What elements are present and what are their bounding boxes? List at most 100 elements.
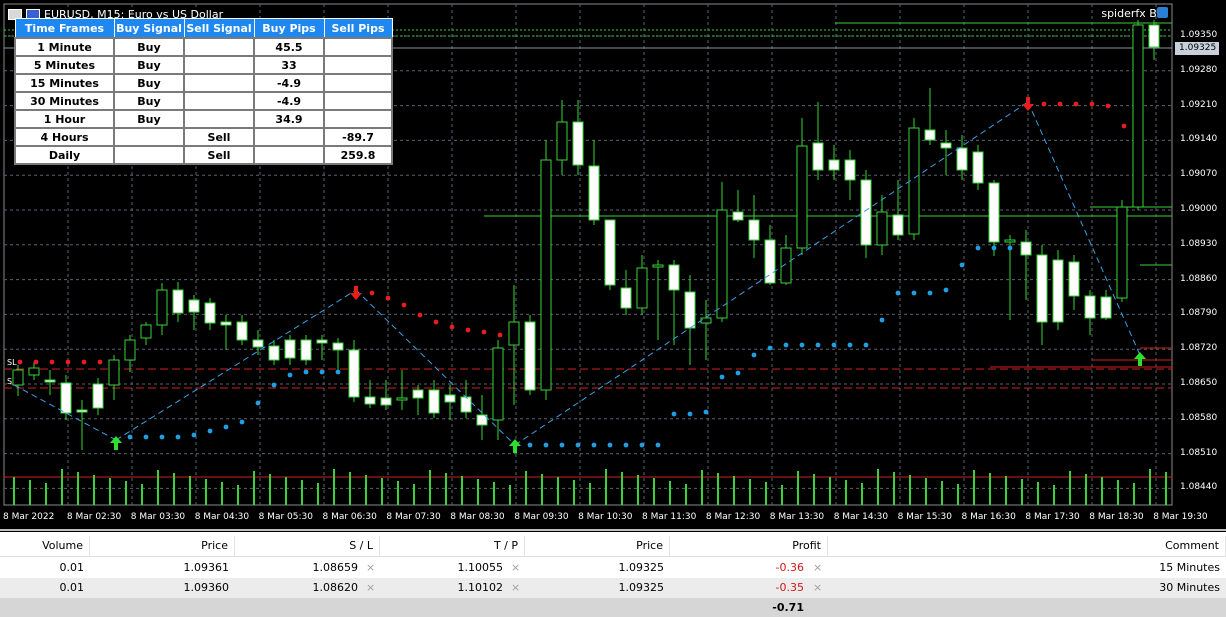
account-name: spiderfx BV bbox=[1101, 7, 1164, 20]
trend-dot bbox=[831, 342, 837, 348]
candle-body bbox=[636, 267, 648, 309]
user-icon[interactable] bbox=[1157, 7, 1168, 18]
candle-body bbox=[844, 159, 856, 181]
trend-dot bbox=[49, 359, 55, 365]
time-tick-label: 8 Mar 18:30 bbox=[1089, 512, 1144, 522]
signal-cell: Sell bbox=[183, 145, 255, 165]
trend-dot bbox=[671, 411, 677, 417]
trend-dot bbox=[17, 359, 23, 365]
signal-cell: Buy bbox=[113, 109, 185, 129]
candle-body bbox=[668, 264, 680, 291]
candle-body bbox=[684, 291, 696, 329]
signal-cell: 4 Hours bbox=[14, 127, 115, 147]
candle-body bbox=[572, 121, 584, 166]
trend-dot bbox=[191, 432, 197, 438]
signal-cell: -89.7 bbox=[323, 127, 393, 147]
signal-row: Daily Sell 259.8 bbox=[14, 145, 393, 165]
candle-body bbox=[828, 159, 840, 171]
trend-dot bbox=[575, 442, 581, 448]
close-icon[interactable]: × bbox=[511, 578, 520, 598]
close-icon[interactable]: × bbox=[813, 558, 822, 578]
time-tick-label: 8 Mar 17:30 bbox=[1025, 512, 1080, 522]
trend-dot bbox=[385, 295, 391, 301]
trend-dot bbox=[1073, 101, 1079, 107]
close-icon[interactable]: × bbox=[511, 558, 520, 578]
trade-row[interactable]: 0.01 1.09360 1.08620 × 1.10102 × 1.09325… bbox=[0, 578, 1226, 599]
signal-cell: 5 Minutes bbox=[14, 55, 115, 75]
candle-body bbox=[140, 324, 152, 339]
signal-cell: Buy bbox=[113, 37, 185, 57]
trend-dot bbox=[81, 359, 87, 365]
trend-dot bbox=[449, 324, 455, 330]
price-tick-label: 1.08720 bbox=[1180, 343, 1218, 354]
col-comment[interactable]: Comment bbox=[828, 536, 1226, 556]
trade-comment: 30 Minutes bbox=[1159, 581, 1220, 594]
time-tick-label: 8 Mar 14:30 bbox=[833, 512, 889, 522]
current-price-label: 1.09325 bbox=[1175, 42, 1219, 55]
time-tick-label: 8 Mar 05:30 bbox=[258, 512, 313, 522]
col-sl[interactable]: S / L bbox=[235, 536, 380, 556]
col-volume[interactable]: Volume bbox=[0, 536, 90, 556]
time-tick-label: 8 Mar 13:30 bbox=[769, 512, 825, 522]
candle-body bbox=[524, 321, 536, 391]
candle-body bbox=[76, 409, 88, 413]
trend-dot bbox=[159, 434, 165, 440]
candle-body bbox=[396, 397, 408, 401]
trend-dot bbox=[559, 442, 565, 448]
sell-arrow-icon bbox=[350, 286, 362, 300]
header-sell-signal: Sell Signal bbox=[183, 18, 255, 39]
candle-body bbox=[12, 369, 24, 386]
trend-dot bbox=[847, 342, 853, 348]
candle-body bbox=[604, 219, 616, 286]
candle-body bbox=[124, 339, 136, 361]
candle-body bbox=[252, 339, 264, 348]
candle-body bbox=[412, 389, 424, 399]
candle-body bbox=[60, 382, 72, 414]
candle-body bbox=[172, 289, 184, 314]
candle-body bbox=[300, 339, 312, 361]
trade-comment: 15 Minutes bbox=[1159, 561, 1220, 574]
time-tick-label: 8 Mar 11:30 bbox=[642, 512, 697, 522]
close-icon[interactable]: × bbox=[813, 578, 822, 598]
candle-body bbox=[1132, 24, 1144, 208]
candle-body bbox=[972, 151, 984, 184]
signal-table-header: Time Frames Buy Signal Sell Signal Buy P… bbox=[14, 18, 393, 39]
trade-open-price: 1.09361 bbox=[183, 561, 230, 574]
candle-body bbox=[348, 349, 360, 398]
total-profit: -0.71 bbox=[772, 601, 804, 614]
close-icon[interactable]: × bbox=[366, 558, 375, 578]
trade-row[interactable]: 0.01 1.09361 1.08659 × 1.10055 × 1.09325… bbox=[0, 558, 1226, 579]
candle-body bbox=[1084, 295, 1096, 319]
trend-dot bbox=[1105, 103, 1111, 109]
price-tick-label: 1.09210 bbox=[1180, 99, 1218, 110]
col-profit[interactable]: Profit bbox=[670, 536, 828, 556]
trend-dot bbox=[1089, 101, 1095, 107]
candle-body bbox=[1052, 259, 1064, 323]
candle-body bbox=[1036, 254, 1048, 323]
close-icon[interactable]: × bbox=[366, 578, 375, 598]
signal-cell bbox=[183, 55, 255, 75]
candle-body bbox=[540, 159, 552, 391]
trade-profit: -0.35 bbox=[775, 581, 804, 594]
candle-body bbox=[236, 321, 248, 341]
signal-cell: 45.5 bbox=[253, 37, 325, 57]
trend-dot bbox=[623, 442, 629, 448]
signal-row: 4 Hours Sell -89.7 bbox=[14, 127, 393, 147]
signal-cell bbox=[323, 73, 393, 93]
trend-dot bbox=[639, 442, 645, 448]
signal-cell bbox=[323, 91, 393, 111]
trade-volume: 0.01 bbox=[59, 561, 85, 574]
trend-dot bbox=[1041, 101, 1047, 107]
price-chart[interactable]: EURUSD, M15: Euro vs US Dollar spiderfx … bbox=[0, 0, 1226, 532]
candle-body bbox=[780, 247, 792, 284]
col-current-price[interactable]: Price bbox=[525, 536, 670, 556]
buy-arrow-icon bbox=[509, 439, 521, 453]
trend-dot bbox=[719, 374, 725, 380]
trend-dot bbox=[815, 342, 821, 348]
price-tick-label: 1.09070 bbox=[1180, 169, 1218, 180]
col-tp[interactable]: T / P bbox=[380, 536, 525, 556]
trend-dot bbox=[287, 372, 293, 378]
signal-cell: 1 Hour bbox=[14, 109, 115, 129]
col-price[interactable]: Price bbox=[90, 536, 235, 556]
candle-body bbox=[876, 211, 888, 246]
